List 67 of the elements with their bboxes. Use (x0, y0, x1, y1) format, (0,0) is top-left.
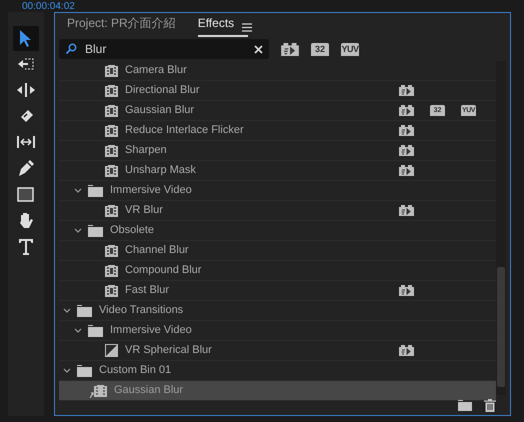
timecode: 00:00:04:02 (22, 2, 75, 12)
accelerated-effects-icon (399, 145, 414, 156)
chevron-icon[interactable] (74, 328, 82, 334)
effect-icon (105, 84, 118, 96)
folder-icon (88, 224, 103, 236)
accelerated-effects-icon (399, 85, 414, 96)
effect-name: Gaussian Blur (125, 103, 196, 118)
bit-depth-badge[interactable]: 32 (311, 42, 329, 56)
effect-name: Reduce Interlace Flicker (125, 123, 245, 138)
panel-tab[interactable]: Project: PR介面介紹 (67, 14, 176, 37)
clear-icon[interactable] (254, 44, 263, 54)
effect-name: VR Blur (125, 203, 164, 218)
menu-icon[interactable] (242, 23, 252, 32)
folder-name: Video Transitions (99, 303, 184, 318)
folder-icon (88, 184, 103, 196)
accelerated-effects-icon (399, 105, 414, 116)
effect-name: Directional Blur (125, 83, 201, 98)
accelerated-effects-icon (399, 285, 414, 296)
effect-name: Unsharp Mask (125, 163, 197, 178)
chevron-icon[interactable] (74, 228, 82, 234)
effect-icon (105, 104, 118, 116)
effect-icon (105, 264, 118, 276)
accelerated-effects-icon (399, 165, 414, 176)
scrollbar-thumb[interactable] (497, 267, 505, 387)
selection-tool[interactable] (13, 26, 39, 51)
effect-icon (105, 144, 118, 156)
effect-name: Fast Blur (125, 283, 170, 298)
type-tool-icon (16, 236, 36, 256)
effect-row[interactable]: Gaussian Blur (59, 381, 496, 401)
folder-icon (77, 364, 92, 376)
search-icon (65, 43, 77, 55)
effect-icon (105, 284, 118, 296)
folder-icon (77, 304, 92, 316)
search-input[interactable]: Blur (85, 40, 246, 58)
effect-name: Camera Blur (125, 63, 188, 78)
effect-icon (105, 164, 118, 176)
folder-name: Immersive Video (110, 323, 193, 338)
effect-icon (105, 64, 118, 76)
accelerated-effects-icon (399, 125, 414, 136)
preset-effect-icon (90, 384, 107, 398)
yuv-badge[interactable]: YUV (341, 42, 359, 56)
pen-tool-icon (16, 158, 36, 178)
chevron-icon[interactable] (74, 188, 82, 194)
rectangle-tool-icon (16, 184, 36, 204)
accelerated-effects-icon (399, 345, 414, 356)
folder-name: Custom Bin 01 (99, 363, 172, 378)
effect-icon (105, 204, 118, 216)
folder-icon (88, 324, 103, 336)
chevron-icon[interactable] (63, 368, 71, 374)
folder-name: Immersive Video (110, 183, 193, 198)
folder-name: Obsolete (110, 223, 156, 238)
effect-icon (105, 244, 118, 256)
effect-icon (105, 124, 118, 136)
search-field[interactable]: Blur (59, 39, 269, 59)
effect-name: Sharpen (125, 143, 168, 158)
accelerated-effects-icon[interactable] (281, 42, 299, 56)
effect-row[interactable]: VR Spherical Blur (59, 341, 496, 361)
trash-icon[interactable] (484, 398, 496, 412)
transition-icon (105, 344, 118, 357)
effect-name: VR Spherical Blur (125, 343, 213, 358)
effect-name: Gaussian Blur (114, 383, 184, 398)
folder-icon[interactable] (458, 400, 472, 410)
effect-name: Compound Blur (125, 263, 202, 278)
panel-tab[interactable]: Effects (198, 14, 248, 37)
chevron-icon[interactable] (63, 308, 71, 314)
accelerated-effects-icon (399, 205, 414, 216)
effect-name: Channel Blur (125, 243, 190, 258)
